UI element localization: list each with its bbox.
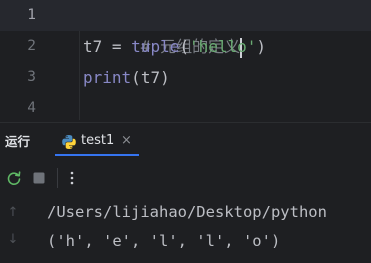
code-line-assignment[interactable]: t7 = tuple('hello') bbox=[83, 31, 266, 62]
console-output-line: /Users/lijiahao/Desktop/python bbox=[47, 203, 327, 221]
editor-line-2[interactable]: 2 t7 = tuple('hello') bbox=[0, 31, 371, 62]
line-number: 1 bbox=[27, 7, 36, 23]
code-line-print[interactable]: print(t7) bbox=[83, 62, 170, 93]
editor-line-1[interactable]: 1 # 元组的定义 bbox=[0, 0, 371, 58]
editor-line-4[interactable]: 4 bbox=[0, 93, 371, 124]
line-number: 3 bbox=[27, 69, 36, 85]
paren-token: ) bbox=[160, 68, 170, 87]
run-panel-title: 运行 bbox=[5, 134, 31, 149]
code-line-comment[interactable]: # 元组的定义 bbox=[83, 0, 243, 58]
run-panel-header: 运行 test1 × bbox=[0, 122, 371, 161]
console-gutter: ↑ ↓ bbox=[0, 197, 30, 263]
string-token: 'hello' bbox=[188, 37, 257, 56]
rerun-icon[interactable] bbox=[5, 169, 23, 187]
tab-label: test1 bbox=[81, 133, 115, 148]
builtin-token: print bbox=[83, 68, 132, 87]
stop-icon[interactable] bbox=[30, 169, 48, 187]
run-toolbar bbox=[0, 160, 371, 196]
run-console[interactable]: ↑ ↓ /Users/lijiahao/Desktop/python ('h',… bbox=[0, 197, 371, 263]
builtin-token: tuple bbox=[131, 37, 180, 56]
scroll-down-icon[interactable]: ↓ bbox=[6, 233, 20, 247]
more-icon[interactable] bbox=[63, 169, 81, 187]
code-editor[interactable]: 1 # 元组的定义 2 t7 = tuple('hello') 3 print(… bbox=[0, 0, 371, 120]
console-output-line: ('h', 'e', 'l', 'l', 'o') bbox=[47, 232, 281, 250]
run-tab-test1[interactable]: test1 × bbox=[55, 127, 139, 156]
line-number: 4 bbox=[27, 100, 36, 116]
paren-token: ) bbox=[256, 37, 267, 56]
paren-token: ( bbox=[179, 37, 189, 56]
variable-token: t7 bbox=[83, 37, 103, 56]
editor-line-3[interactable]: 3 print(t7) bbox=[0, 62, 371, 93]
close-tab-icon[interactable]: × bbox=[121, 127, 132, 154]
toolbar-separator bbox=[57, 168, 58, 188]
operator-token: = bbox=[102, 37, 132, 56]
paren-token: ( bbox=[131, 68, 141, 87]
variable-token: t7 bbox=[140, 68, 161, 87]
line-number: 2 bbox=[27, 38, 36, 54]
scroll-up-icon[interactable]: ↑ bbox=[6, 206, 20, 220]
python-icon bbox=[62, 135, 76, 149]
